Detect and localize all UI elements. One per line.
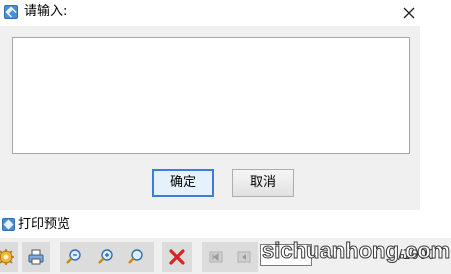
- zoom-fit-icon: [128, 249, 143, 264]
- zoom-fit-button[interactable]: [124, 242, 148, 272]
- dialog-body: 确定 取消: [0, 26, 420, 210]
- zoom-in-button[interactable]: [94, 242, 118, 272]
- input-dialog: 请输入: 确定 取消: [0, 0, 451, 210]
- settings-button[interactable]: [0, 242, 18, 272]
- preview-title: 打印预览: [18, 217, 71, 232]
- settings-icon: [0, 249, 14, 265]
- close-preview-button[interactable]: [165, 242, 189, 272]
- first-page-icon: [209, 251, 223, 263]
- printer-icon: [28, 249, 44, 265]
- app-icon: [4, 5, 18, 19]
- print-button[interactable]: [24, 242, 48, 272]
- dialog-title: 请输入:: [24, 4, 68, 19]
- close-icon: [403, 7, 415, 19]
- close-button[interactable]: [397, 2, 421, 24]
- dialog-titlebar: 请输入:: [0, 0, 451, 26]
- preview-app-icon: [2, 218, 15, 231]
- cancel-button[interactable]: 取消: [232, 169, 294, 197]
- input-textarea[interactable]: [12, 37, 410, 154]
- first-page-button[interactable]: [204, 242, 228, 272]
- close-x-icon: [169, 249, 185, 265]
- zoom-in-icon: [98, 249, 113, 264]
- ok-button[interactable]: 确定: [152, 169, 214, 197]
- zoom-out-icon: [66, 249, 81, 264]
- prev-page-icon: [237, 251, 251, 263]
- watermark-text: sichuanhong.com: [261, 238, 451, 264]
- zoom-out-button[interactable]: [62, 242, 86, 272]
- prev-page-button[interactable]: [232, 242, 256, 272]
